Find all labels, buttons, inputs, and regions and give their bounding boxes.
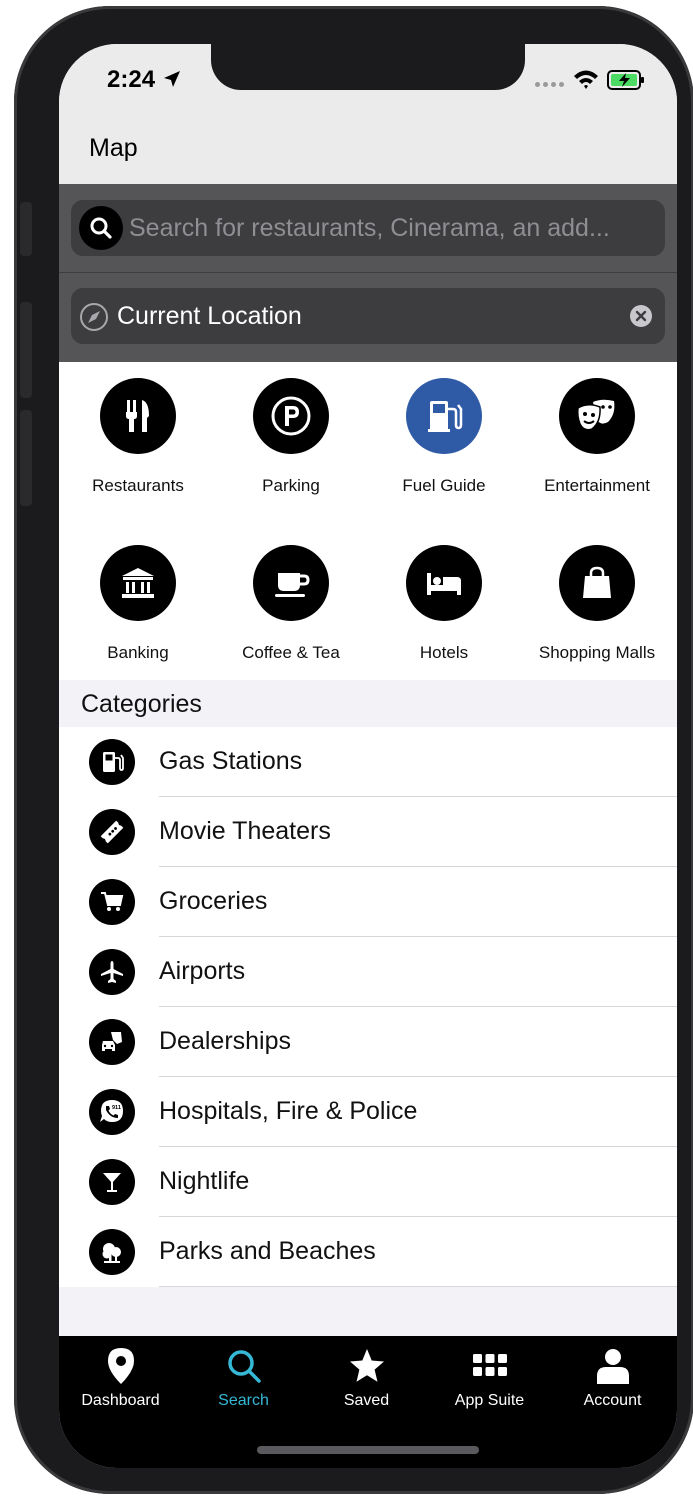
tab-bar: Dashboard Search Saved App Suite Account xyxy=(59,1336,677,1468)
quick-item-shopping-malls[interactable]: Shopping Malls xyxy=(520,545,674,663)
category-label: Groceries xyxy=(159,887,268,915)
category-label: Airports xyxy=(159,957,246,985)
fuel-pump-icon xyxy=(406,378,482,454)
bed-icon xyxy=(406,545,482,621)
quick-item-label: Shopping Malls xyxy=(538,643,656,662)
quick-item-fuel-guide[interactable]: Fuel Guide xyxy=(367,378,521,496)
cellular-signal-icon xyxy=(535,82,564,87)
category-label: Dealerships xyxy=(159,1027,292,1055)
car-tag-icon xyxy=(89,1019,135,1065)
fuel-pump-icon xyxy=(89,739,135,785)
quick-item-label: Hotels xyxy=(419,643,469,662)
coffee-cup-icon xyxy=(253,545,329,621)
category-label: Movie Theaters xyxy=(159,817,331,845)
category-item-movie-theaters[interactable]: Movie Theaters xyxy=(59,797,677,867)
tree-icon xyxy=(89,1229,135,1275)
category-item-gas-stations[interactable]: Gas Stations xyxy=(59,727,677,797)
cart-icon xyxy=(89,879,135,925)
categories-header: Categories xyxy=(59,680,677,727)
category-label: Gas Stations xyxy=(159,747,303,775)
divider xyxy=(159,1286,677,1287)
grid-icon xyxy=(473,1354,507,1376)
wifi-icon xyxy=(574,70,598,89)
volume-down-button xyxy=(20,410,32,506)
category-item-airports[interactable]: Airports xyxy=(59,937,677,1007)
svg-text:911: 911 xyxy=(112,1105,121,1111)
quick-item-label: Coffee & Tea xyxy=(242,643,340,662)
bank-icon xyxy=(100,545,176,621)
location-bar[interactable] xyxy=(71,288,665,344)
cocktail-icon xyxy=(89,1159,135,1205)
ticket-icon xyxy=(89,809,135,855)
quick-item-label: Fuel Guide xyxy=(402,476,486,495)
tab-account[interactable]: Account xyxy=(551,1336,674,1420)
quick-item-parking[interactable]: Parking xyxy=(214,378,368,496)
search-icon xyxy=(228,1350,261,1383)
quick-item-label: Banking xyxy=(107,643,169,662)
quick-item-hotels[interactable]: Hotels xyxy=(367,545,521,663)
location-arrow-icon xyxy=(164,71,180,87)
compass-icon xyxy=(80,303,108,331)
person-icon xyxy=(597,1349,629,1384)
volume-up-button xyxy=(20,302,32,398)
nav-header: Map xyxy=(59,116,677,184)
category-item-nightlife[interactable]: Nightlife xyxy=(59,1147,677,1217)
category-label: Hospitals, Fire & Police xyxy=(159,1097,418,1125)
search-area xyxy=(59,184,677,362)
notch xyxy=(211,44,525,90)
tab-app-suite[interactable]: App Suite xyxy=(428,1336,551,1420)
quick-item-banking[interactable]: Banking xyxy=(61,545,215,663)
quick-search-grid: Restaurants Parking Fuel Guide Entertain… xyxy=(59,362,677,680)
fork-knife-icon xyxy=(100,378,176,454)
quick-item-coffee-tea[interactable]: Coffee & Tea xyxy=(214,545,368,663)
status-time: 2:24 xyxy=(107,66,156,93)
quick-item-restaurants[interactable]: Restaurants xyxy=(61,378,215,496)
quick-item-label: Parking xyxy=(262,476,320,495)
tab-label: Saved xyxy=(343,1392,390,1409)
categories-title: Categories xyxy=(81,690,202,718)
divider xyxy=(59,272,677,273)
screen: 2:24 Map Search for restaurants, Cineram… xyxy=(59,44,677,1468)
tab-label: Account xyxy=(583,1392,642,1409)
category-label: Nightlife xyxy=(159,1167,250,1195)
category-label: Parks and Beaches xyxy=(159,1237,376,1265)
tab-label: Dashboard xyxy=(81,1392,160,1409)
location-input[interactable] xyxy=(117,288,607,344)
shopping-bag-icon xyxy=(559,545,635,621)
tab-label: Search xyxy=(218,1392,269,1409)
map-pin-icon xyxy=(108,1348,134,1384)
tab-dashboard[interactable]: Dashboard xyxy=(59,1336,182,1420)
status-bar: 2:24 xyxy=(59,44,677,116)
category-item-hospitals[interactable]: 911 Hospitals, Fire & Police xyxy=(59,1077,677,1147)
star-icon xyxy=(350,1349,384,1382)
search-bar[interactable] xyxy=(71,200,665,256)
tab-saved[interactable]: Saved xyxy=(305,1336,428,1420)
airplane-icon xyxy=(89,949,135,995)
quick-item-entertainment[interactable]: Entertainment xyxy=(520,378,674,496)
theater-masks-icon xyxy=(559,378,635,454)
tab-label: App Suite xyxy=(454,1392,525,1409)
category-item-groceries[interactable]: Groceries xyxy=(59,867,677,937)
battery-charging-icon xyxy=(607,70,644,90)
mute-switch xyxy=(20,202,32,256)
page-title: Map xyxy=(89,134,138,162)
home-indicator xyxy=(257,1446,479,1454)
quick-item-label: Restaurants xyxy=(92,476,184,495)
phone-frame: 2:24 Map Search for restaurants, Cineram… xyxy=(14,6,693,1494)
category-list: Gas Stations Movie Theaters Groceries Ai… xyxy=(59,727,677,1287)
quick-item-label: Entertainment xyxy=(544,476,650,495)
search-icon xyxy=(79,206,123,250)
search-input[interactable] xyxy=(129,200,649,256)
category-item-parks-beaches[interactable]: Parks and Beaches xyxy=(59,1217,677,1287)
tab-search[interactable]: Search xyxy=(182,1336,305,1420)
clear-icon[interactable] xyxy=(629,304,653,328)
emergency-911-icon: 911 xyxy=(89,1089,135,1135)
parking-icon xyxy=(253,378,329,454)
category-item-dealerships[interactable]: Dealerships xyxy=(59,1007,677,1077)
